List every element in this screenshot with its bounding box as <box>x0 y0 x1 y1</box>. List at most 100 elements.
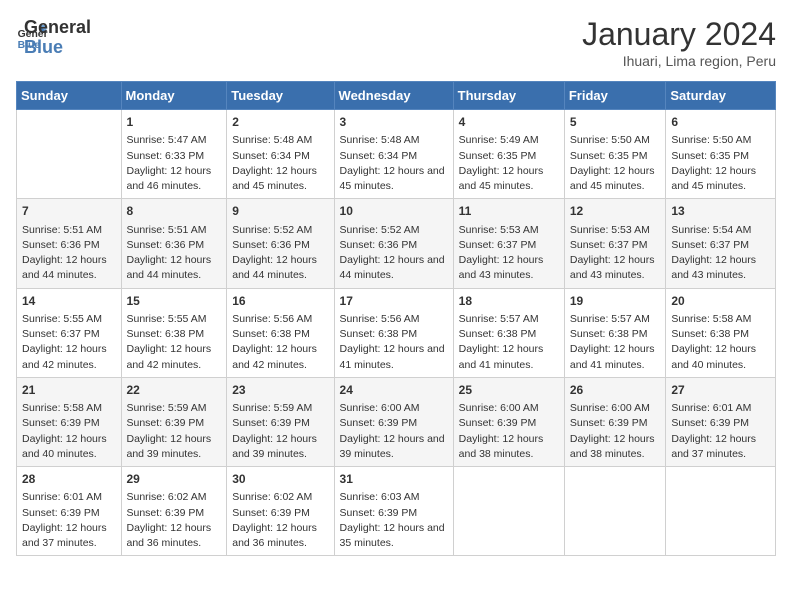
daylight-text: Daylight: 12 hours and 45 minutes. <box>570 164 662 194</box>
col-header-wednesday: Wednesday <box>334 82 453 110</box>
daylight-text: Daylight: 12 hours and 45 minutes. <box>232 164 329 194</box>
day-number: 28 <box>22 471 117 488</box>
calendar-cell: 27Sunrise: 6:01 AMSunset: 6:39 PMDayligh… <box>666 377 776 466</box>
sunrise-text: Sunrise: 6:00 AM <box>570 401 662 416</box>
sunrise-text: Sunrise: 6:00 AM <box>340 401 449 416</box>
daylight-text: Daylight: 12 hours and 42 minutes. <box>127 342 223 372</box>
sunset-text: Sunset: 6:36 PM <box>340 238 449 253</box>
sunrise-text: Sunrise: 5:51 AM <box>127 223 223 238</box>
calendar-cell: 16Sunrise: 5:56 AMSunset: 6:38 PMDayligh… <box>227 288 334 377</box>
col-header-friday: Friday <box>564 82 666 110</box>
sunset-text: Sunset: 6:38 PM <box>671 327 771 342</box>
calendar-cell: 29Sunrise: 6:02 AMSunset: 6:39 PMDayligh… <box>121 467 227 556</box>
calendar-week-2: 7Sunrise: 5:51 AMSunset: 6:36 PMDaylight… <box>17 199 776 288</box>
day-number: 18 <box>459 293 560 310</box>
sunrise-text: Sunrise: 5:49 AM <box>459 133 560 148</box>
sunrise-text: Sunrise: 5:54 AM <box>671 223 771 238</box>
page-header: General Blue General Blue January 2024 I… <box>16 16 776 69</box>
calendar-cell: 23Sunrise: 5:59 AMSunset: 6:39 PMDayligh… <box>227 377 334 466</box>
sunrise-text: Sunrise: 5:51 AM <box>22 223 117 238</box>
day-number: 19 <box>570 293 662 310</box>
daylight-text: Daylight: 12 hours and 41 minutes. <box>570 342 662 372</box>
sunset-text: Sunset: 6:39 PM <box>22 416 117 431</box>
daylight-text: Daylight: 12 hours and 41 minutes. <box>459 342 560 372</box>
daylight-text: Daylight: 12 hours and 46 minutes. <box>127 164 223 194</box>
sunrise-text: Sunrise: 5:48 AM <box>340 133 449 148</box>
day-number: 7 <box>22 203 117 220</box>
title-block: January 2024 Ihuari, Lima region, Peru <box>582 16 776 69</box>
daylight-text: Daylight: 12 hours and 38 minutes. <box>570 432 662 462</box>
daylight-text: Daylight: 12 hours and 44 minutes. <box>340 253 449 283</box>
logo-text-blue: Blue <box>24 38 91 58</box>
calendar-cell: 28Sunrise: 6:01 AMSunset: 6:39 PMDayligh… <box>17 467 122 556</box>
sunrise-text: Sunrise: 5:50 AM <box>570 133 662 148</box>
col-header-monday: Monday <box>121 82 227 110</box>
day-number: 27 <box>671 382 771 399</box>
sunset-text: Sunset: 6:35 PM <box>459 149 560 164</box>
day-number: 15 <box>127 293 223 310</box>
day-number: 23 <box>232 382 329 399</box>
calendar-cell: 24Sunrise: 6:00 AMSunset: 6:39 PMDayligh… <box>334 377 453 466</box>
sunrise-text: Sunrise: 5:56 AM <box>340 312 449 327</box>
logo: General Blue General Blue <box>16 16 91 58</box>
sunset-text: Sunset: 6:33 PM <box>127 149 223 164</box>
calendar-cell <box>17 110 122 199</box>
col-header-tuesday: Tuesday <box>227 82 334 110</box>
sunrise-text: Sunrise: 6:02 AM <box>127 490 223 505</box>
sunrise-text: Sunrise: 6:00 AM <box>459 401 560 416</box>
day-number: 30 <box>232 471 329 488</box>
day-number: 26 <box>570 382 662 399</box>
sunrise-text: Sunrise: 6:03 AM <box>340 490 449 505</box>
calendar-cell: 26Sunrise: 6:00 AMSunset: 6:39 PMDayligh… <box>564 377 666 466</box>
day-number: 12 <box>570 203 662 220</box>
day-number: 11 <box>459 203 560 220</box>
sunset-text: Sunset: 6:36 PM <box>127 238 223 253</box>
sunset-text: Sunset: 6:35 PM <box>671 149 771 164</box>
calendar-cell: 13Sunrise: 5:54 AMSunset: 6:37 PMDayligh… <box>666 199 776 288</box>
day-number: 5 <box>570 114 662 131</box>
sunset-text: Sunset: 6:39 PM <box>671 416 771 431</box>
calendar-cell: 7 Sunrise: 5:51 AMSunset: 6:36 PMDaylight… <box>17 199 122 288</box>
calendar-cell: 9Sunrise: 5:52 AMSunset: 6:36 PMDaylight… <box>227 199 334 288</box>
calendar-cell: 25Sunrise: 6:00 AMSunset: 6:39 PMDayligh… <box>453 377 564 466</box>
sunrise-text: Sunrise: 6:02 AM <box>232 490 329 505</box>
sunset-text: Sunset: 6:38 PM <box>340 327 449 342</box>
calendar-cell: 5Sunrise: 5:50 AMSunset: 6:35 PMDaylight… <box>564 110 666 199</box>
day-number: 2 <box>232 114 329 131</box>
daylight-text: Daylight: 12 hours and 43 minutes. <box>671 253 771 283</box>
sunrise-text: Sunrise: 5:53 AM <box>570 223 662 238</box>
sunrise-text: Sunrise: 5:59 AM <box>127 401 223 416</box>
sunset-text: Sunset: 6:37 PM <box>459 238 560 253</box>
day-number: 21 <box>22 382 117 399</box>
sunset-text: Sunset: 6:39 PM <box>127 506 223 521</box>
sunrise-text: Sunrise: 5:57 AM <box>570 312 662 327</box>
sunrise-text: Sunrise: 5:52 AM <box>340 223 449 238</box>
calendar-cell: 19 Sunrise: 5:57 AMSunset: 6:38 PMDayligh… <box>564 288 666 377</box>
col-header-sunday: Sunday <box>17 82 122 110</box>
sunset-text: Sunset: 6:38 PM <box>570 327 662 342</box>
sunrise-text: Sunrise: 5:47 AM <box>127 133 223 148</box>
day-number: 25 <box>459 382 560 399</box>
day-number: 31 <box>340 471 449 488</box>
daylight-text: Daylight: 12 hours and 45 minutes. <box>671 164 771 194</box>
sunrise-text: Sunrise: 6:01 AM <box>671 401 771 416</box>
daylight-text: Daylight: 12 hours and 45 minutes. <box>459 164 560 194</box>
day-number: 13 <box>671 203 771 220</box>
calendar-cell: 1Sunrise: 5:47 AMSunset: 6:33 PMDaylight… <box>121 110 227 199</box>
calendar-cell: 15Sunrise: 5:55 AMSunset: 6:38 PMDayligh… <box>121 288 227 377</box>
col-header-saturday: Saturday <box>666 82 776 110</box>
daylight-text: Daylight: 12 hours and 39 minutes. <box>127 432 223 462</box>
calendar-cell: 8Sunrise: 5:51 AMSunset: 6:36 PMDaylight… <box>121 199 227 288</box>
daylight-text: Daylight: 12 hours and 44 minutes. <box>127 253 223 283</box>
calendar-cell: 10Sunrise: 5:52 AMSunset: 6:36 PMDayligh… <box>334 199 453 288</box>
sunset-text: Sunset: 6:36 PM <box>22 238 117 253</box>
col-header-thursday: Thursday <box>453 82 564 110</box>
daylight-text: Daylight: 12 hours and 44 minutes. <box>22 253 117 283</box>
sunset-text: Sunset: 6:39 PM <box>459 416 560 431</box>
day-number: 14 <box>22 293 117 310</box>
sunrise-text: Sunrise: 5:58 AM <box>671 312 771 327</box>
calendar-cell <box>666 467 776 556</box>
daylight-text: Daylight: 12 hours and 35 minutes. <box>340 521 449 551</box>
daylight-text: Daylight: 12 hours and 40 minutes. <box>22 432 117 462</box>
sunset-text: Sunset: 6:39 PM <box>127 416 223 431</box>
